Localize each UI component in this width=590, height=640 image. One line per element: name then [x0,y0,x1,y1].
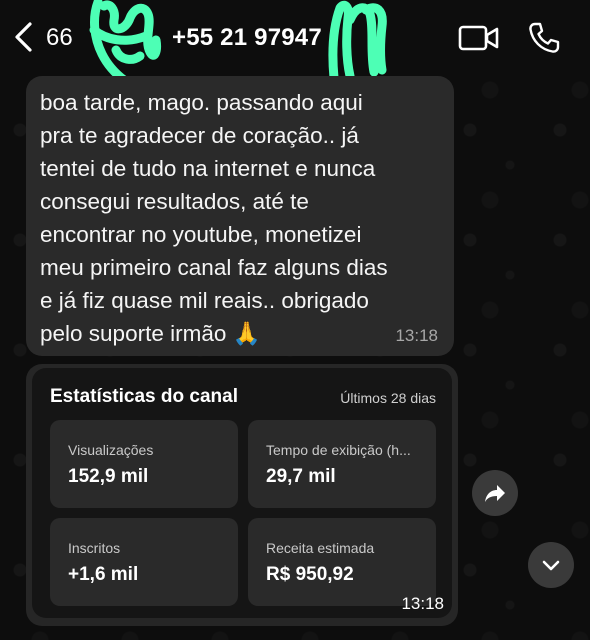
scroll-to-bottom-button[interactable] [528,542,574,588]
incoming-image-message[interactable]: Estatísticas do canal Últimos 28 dias Vi… [26,364,458,626]
stat-estimated-revenue: Receita estimada R$ 950,92 [248,518,436,606]
unread-count[interactable]: 66 [46,24,73,52]
stat-value: 152,9 mil [68,466,149,487]
stat-value: +1,6 mil [68,564,139,585]
chat-screen: 66 +55 21 97947 boa tarde, mago. passand… [0,0,590,640]
forward-icon [485,485,505,502]
redaction-scribble [89,0,161,84]
back-button[interactable] [10,20,40,54]
forward-button[interactable] [472,470,518,516]
stat-watch-time: Tempo de exibição (h... 29,7 mil [248,420,436,508]
redaction-scribble [328,0,387,82]
stat-label: Inscritos [68,540,121,556]
video-call-button[interactable] [458,22,500,54]
chevron-down-icon [542,560,560,571]
stat-value: R$ 950,92 [266,564,354,585]
contact-name[interactable]: +55 21 97947 [172,24,322,52]
stat-subscribers: Inscritos +1,6 mil [50,518,238,606]
chat-header: 66 +55 21 97947 [0,0,590,84]
card-title: Estatísticas do canal [50,386,238,407]
stat-label: Visualizações [68,442,154,458]
stat-label: Tempo de exibição (h... [266,442,411,458]
message-time: 13:18 [395,326,438,345]
stat-label: Receita estimada [266,540,375,556]
message-text: boa tarde, mago. passando aqui pra te ag… [40,90,388,346]
incoming-message[interactable]: boa tarde, mago. passando aqui pra te ag… [26,76,454,356]
stat-views: Visualizações 152,9 mil [50,420,238,508]
voice-call-button[interactable] [526,20,562,56]
video-camera-icon [458,25,499,51]
chevron-left-icon [15,22,32,52]
channel-stats-card: Estatísticas do canal Últimos 28 dias Vi… [32,368,452,618]
stat-value: 29,7 mil [266,466,336,487]
card-period: Últimos 28 dias [340,390,436,406]
phone-icon [529,22,560,53]
message-time: 13:18 [401,594,444,613]
